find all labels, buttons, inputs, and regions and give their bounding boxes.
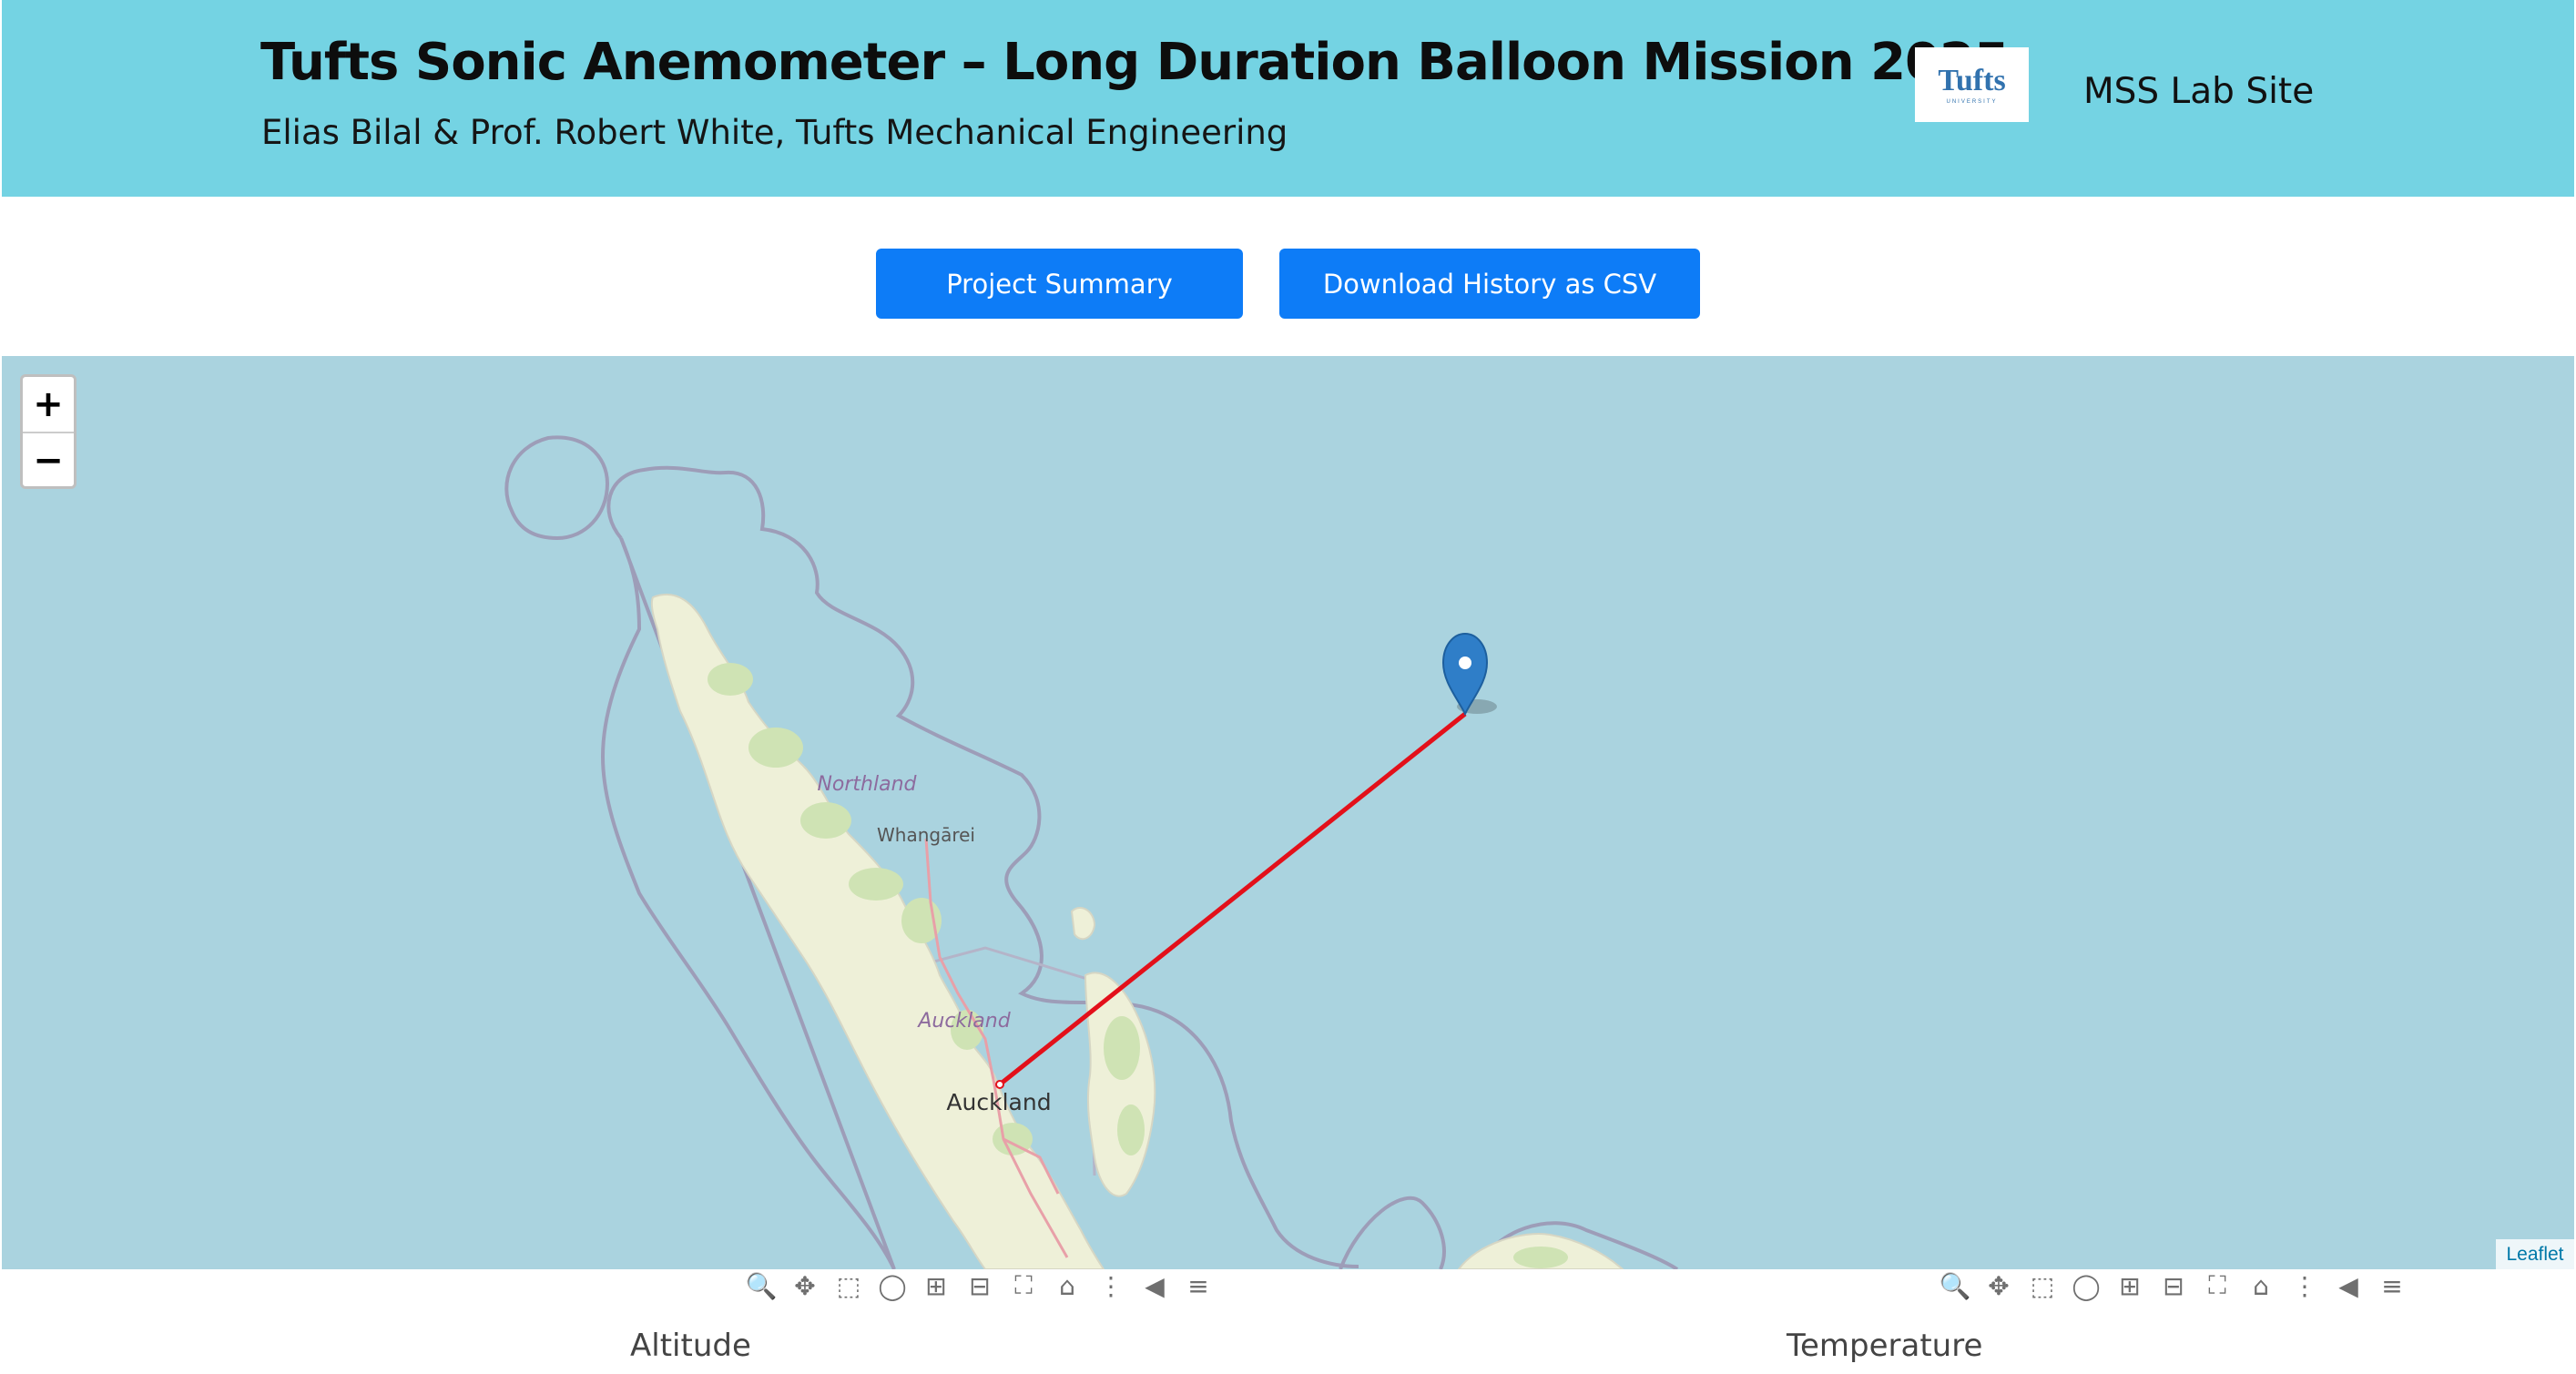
box-select-icon[interactable]: ⬚ — [827, 1269, 871, 1302]
north-island-land — [650, 593, 1624, 1269]
zoom-out-icon[interactable]: ⊟ — [2152, 1269, 2195, 1302]
hover-closest-icon[interactable]: ◀ — [1133, 1269, 1176, 1302]
label-auckland-region: Auckland — [916, 1010, 1011, 1033]
three-kings-boundary — [504, 435, 610, 541]
autoscale-icon[interactable]: ⛶ — [2195, 1269, 2239, 1302]
pan-icon[interactable]: ✥ — [1977, 1269, 2021, 1302]
reset-axes-icon[interactable]: ⌂ — [1045, 1269, 1089, 1302]
zoom-icon[interactable]: 🔍 — [1933, 1269, 1977, 1302]
lasso-select-icon[interactable]: ◯ — [2064, 1269, 2108, 1302]
map-view[interactable]: Northland Whangārei Auckland Auckland — [2, 356, 2574, 1269]
leaflet-attribution-link[interactable]: Leaflet — [2496, 1239, 2574, 1269]
map-marker-icon[interactable] — [1441, 632, 1497, 717]
box-select-icon[interactable]: ⬚ — [2021, 1269, 2064, 1302]
zoom-icon[interactable]: 🔍 — [739, 1269, 783, 1302]
page-title: Tufts Sonic Anemometer – Long Duration B… — [260, 33, 2010, 92]
download-csv-button[interactable]: Download History as CSV — [1279, 249, 1700, 319]
label-auckland-city: Auckland — [946, 1089, 1051, 1115]
altitude-chart-modebar: 🔍 ✥ ⬚ ◯ ⊞ ⊟ ⛶ ⌂ ⋮ ◀ ≡ — [739, 1269, 1220, 1302]
temperature-chart-modebar: 🔍 ✥ ⬚ ◯ ⊞ ⊟ ⛶ ⌂ ⋮ ◀ ≡ — [1933, 1269, 2414, 1302]
header-banner: Tufts Sonic Anemometer – Long Duration B… — [2, 0, 2574, 197]
tufts-logo[interactable]: Tufts UNIVERSITY — [1915, 47, 2029, 122]
mss-lab-site-link[interactable]: MSS Lab Site — [2083, 71, 2314, 112]
lasso-select-icon[interactable]: ◯ — [871, 1269, 914, 1302]
zoom-in-icon[interactable]: ⊞ — [2108, 1269, 2152, 1302]
label-whangarei: Whangārei — [877, 824, 975, 846]
logo-subtext: UNIVERSITY — [1946, 98, 1998, 105]
logo-text: Tufts — [1938, 63, 2006, 97]
zoom-control: + − — [20, 374, 76, 489]
spike-lines-icon[interactable]: ⋮ — [2283, 1269, 2327, 1302]
spike-lines-icon[interactable]: ⋮ — [1089, 1269, 1133, 1302]
zoom-in-button[interactable]: + — [23, 377, 74, 432]
altitude-chart-title: Altitude — [630, 1328, 751, 1364]
zoom-out-button[interactable]: − — [23, 432, 74, 486]
map-tiles: Northland Whangārei Auckland Auckland — [504, 435, 1679, 1269]
page-subtitle: Elias Bilal & Prof. Robert White, Tufts … — [261, 113, 1288, 152]
pan-icon[interactable]: ✥ — [783, 1269, 827, 1302]
reset-axes-icon[interactable]: ⌂ — [2239, 1269, 2283, 1302]
project-summary-button[interactable]: Project Summary — [876, 249, 1243, 319]
zoom-in-icon[interactable]: ⊞ — [914, 1269, 958, 1302]
hover-compare-icon[interactable]: ≡ — [2370, 1269, 2414, 1302]
zoom-out-icon[interactable]: ⊟ — [958, 1269, 1002, 1302]
temperature-chart-title: Temperature — [1787, 1328, 1983, 1364]
hover-closest-icon[interactable]: ◀ — [2327, 1269, 2370, 1302]
hover-compare-icon[interactable]: ≡ — [1176, 1269, 1220, 1302]
balloon-track-line — [998, 712, 1467, 1086]
label-northland: Northland — [817, 773, 917, 796]
track-start-point — [995, 1080, 1004, 1089]
autoscale-icon[interactable]: ⛶ — [1002, 1269, 1045, 1302]
